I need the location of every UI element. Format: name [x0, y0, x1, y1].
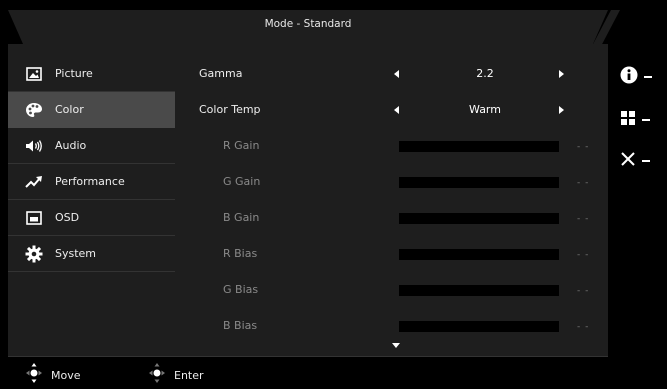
color-temp-value: Warm [469, 103, 501, 116]
enter-hint: Enter [148, 362, 204, 388]
r-gain-label: R Gain [223, 139, 260, 152]
r-bias-label: R Bias [223, 247, 258, 260]
speaker-icon [25, 137, 43, 155]
r-bias-slider [399, 249, 559, 260]
b-bias-label: B Bias [223, 319, 258, 332]
sidebar-item-audio[interactable]: Audio [8, 128, 175, 164]
r-gain-slider [399, 141, 559, 152]
g-bias-value: - - [577, 286, 590, 296]
sidebar-item-system[interactable]: System [8, 236, 175, 272]
sidebar-item-label: OSD [55, 211, 80, 224]
color-temp-row[interactable]: Color Temp Warm [185, 92, 605, 128]
sidebar-item-performance[interactable]: Performance [8, 164, 175, 200]
mode-title: Mode - Standard [264, 18, 352, 30]
r-gain-value: - - [577, 142, 590, 152]
button-dash [642, 119, 650, 121]
gamma-row[interactable]: Gamma 2.2 [185, 56, 605, 92]
g-gain-value: - - [577, 178, 590, 188]
arrow-left-icon[interactable] [394, 106, 399, 114]
trend-icon [25, 173, 43, 191]
sidebar-item-color[interactable]: Color [8, 92, 175, 128]
sidebar-item-label: Color [55, 103, 84, 116]
r-gain-row: R Gain - - [185, 128, 605, 164]
color-temp-label: Color Temp [199, 103, 261, 116]
close-button[interactable] [620, 151, 650, 171]
osd-screen: Mode - Standard Picture Color Audio Perf… [0, 0, 667, 389]
r-bias-row: R Bias - - [185, 236, 605, 272]
gamma-label: Gamma [199, 67, 243, 80]
sidebar-item-picture[interactable]: Picture [8, 56, 175, 92]
info-icon [620, 66, 638, 88]
sidebar-item-label: Performance [55, 175, 125, 188]
button-dash [644, 76, 652, 78]
palette-icon [25, 101, 43, 119]
gear-icon [25, 245, 43, 263]
arrow-right-icon[interactable] [559, 70, 564, 78]
g-bias-label: G Bias [223, 283, 259, 296]
menu-grid-icon [620, 110, 636, 130]
b-bias-row: B Bias - - [185, 308, 605, 344]
b-bias-slider [399, 321, 559, 332]
move-label: Move [51, 368, 81, 382]
b-gain-row: B Gain - - [185, 200, 605, 236]
menu-button[interactable] [620, 110, 650, 130]
close-icon [620, 151, 636, 171]
footer-hints: Move Enter [8, 362, 608, 388]
g-bias-row: G Bias - - [185, 272, 605, 308]
arrow-left-icon[interactable] [394, 70, 399, 78]
b-bias-value: - - [577, 322, 590, 332]
footer-divider [8, 356, 608, 357]
joystick-move-icon [25, 362, 43, 388]
joystick-enter-icon [148, 362, 166, 388]
color-settings: Gamma 2.2 Color Temp Warm R Gain - - G G… [185, 56, 605, 344]
g-gain-slider [399, 177, 559, 188]
sidebar-item-osd[interactable]: OSD [8, 200, 175, 236]
g-bias-slider [399, 285, 559, 296]
b-gain-value: - - [577, 214, 590, 224]
b-gain-slider [399, 213, 559, 224]
picture-icon [25, 65, 43, 83]
sidebar: Picture Color Audio Performance OSD Syst… [8, 56, 175, 272]
arrow-right-icon[interactable] [559, 106, 564, 114]
enter-label: Enter [174, 368, 204, 382]
r-bias-value: - - [577, 250, 590, 260]
scroll-down-icon[interactable] [392, 343, 400, 348]
osd-window-icon [25, 209, 43, 227]
info-button[interactable] [620, 66, 652, 88]
move-hint: Move [25, 362, 81, 388]
g-gain-row: G Gain - - [185, 164, 605, 200]
g-gain-label: G Gain [223, 175, 261, 188]
button-dash [642, 160, 650, 162]
gamma-value: 2.2 [476, 67, 494, 80]
sidebar-item-label: Picture [55, 67, 93, 80]
sidebar-item-label: Audio [55, 139, 87, 152]
sidebar-item-label: System [55, 247, 97, 260]
b-gain-label: B Gain [223, 211, 260, 224]
